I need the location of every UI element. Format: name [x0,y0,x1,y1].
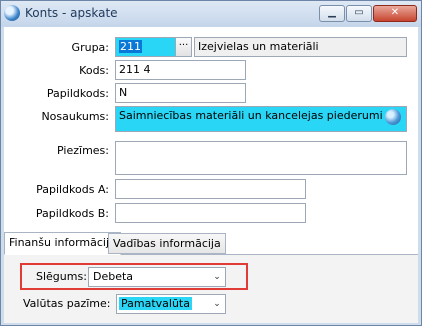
grupa-code-field[interactable]: 211 [115,37,176,57]
papildkods-label: Papildkods: [46,87,109,100]
minimize-icon: ▁ [328,7,336,18]
grupa-name-field: Izejvielas un materiāli [194,37,407,57]
kods-label: Kods: [79,64,109,77]
papildkods-b-field[interactable] [115,203,306,223]
tab-vadibas-informacija[interactable]: Vadības informācija [108,233,226,254]
title-bar[interactable]: Konts - apskate ▁ ▭ ✕ [1,1,421,27]
tab-finansu-informacija[interactable]: Finanšu informācija [4,232,121,255]
app-icon [4,5,20,21]
valutas-label: Valūtas pazīme: [23,297,111,310]
form-area: Grupa: 211 ··· Izejvielas un materiāli K… [4,27,418,323]
chevron-down-icon: ⌄ [213,299,221,309]
piezimes-field[interactable] [115,141,407,175]
close-icon: ✕ [390,7,400,18]
nosaukums-field[interactable]: Saimniecības materiāli un kancelejas pie… [115,106,407,132]
valutas-value: Pamatvalūta [119,297,192,310]
minimize-button[interactable]: ▁ [319,5,345,22]
slegums-select[interactable]: Debeta ⌄ [88,267,226,287]
piezimes-label: Piezīmes: [57,144,109,157]
valutas-select[interactable]: Pamatvalūta ⌄ [116,294,226,314]
papildkods-field[interactable]: N [115,83,246,103]
window-title: Konts - apskate [25,6,118,20]
grupa-label: Grupa: [71,41,109,54]
maximize-icon: ▭ [354,7,364,18]
maximize-button[interactable]: ▭ [346,5,372,22]
papildkods-a-label: Papildkods A: [36,183,109,196]
close-button[interactable]: ✕ [373,5,417,22]
konts-window: Konts - apskate ▁ ▭ ✕ Grupa: 211 ··· Ize… [0,0,422,326]
papildkods-b-label: Papildkods B: [35,207,109,220]
slegums-label: Slēgums: [36,270,87,283]
grupa-browse-button[interactable]: ··· [175,37,192,57]
kods-field[interactable]: 211 4 [115,60,246,80]
globe-icon[interactable] [385,109,401,125]
grupa-code-value: 211 [119,40,142,53]
chevron-down-icon: ⌄ [213,272,221,282]
papildkods-a-field[interactable] [115,179,306,199]
slegums-value: Debeta [93,270,134,283]
nosaukums-label: Nosaukums: [41,110,109,123]
